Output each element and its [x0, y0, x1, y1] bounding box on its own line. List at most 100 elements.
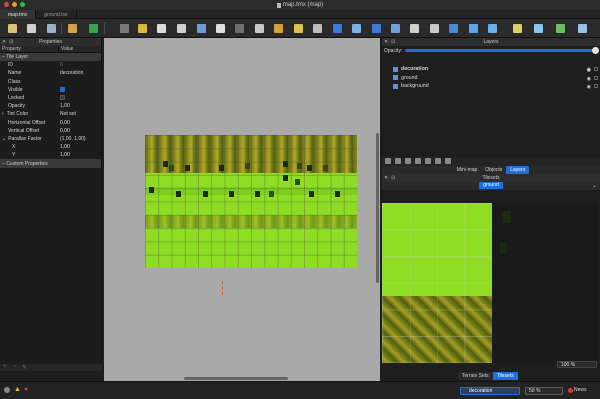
- show-hide-others-icon[interactable]: [435, 158, 441, 164]
- error-count-icon[interactable]: ●: [24, 386, 28, 393]
- tab-map-tmx[interactable]: map.tmx: [0, 10, 37, 19]
- insert-rectangle-icon[interactable]: [352, 24, 361, 33]
- news-button[interactable]: News: [568, 386, 587, 395]
- property-row[interactable]: ID 6: [0, 61, 101, 69]
- open-file-icon[interactable]: [27, 24, 36, 33]
- new-file-icon[interactable]: [8, 24, 17, 33]
- visibility-eye-icon[interactable]: ◉: [587, 84, 591, 90]
- property-row[interactable]: › Tint Color Not set: [0, 110, 101, 118]
- close-panel-icon[interactable]: ✕: [384, 175, 388, 181]
- tileset-tab-ground[interactable]: ground: [479, 182, 503, 189]
- column-header-value[interactable]: Value: [59, 46, 73, 52]
- property-value[interactable]: decoration: [59, 70, 101, 76]
- insert-text-icon[interactable]: [469, 24, 478, 33]
- lock-checkbox[interactable]: [594, 67, 598, 71]
- zoom-select[interactable]: 50 %: [525, 387, 563, 395]
- select-objects-icon[interactable]: [313, 24, 322, 33]
- canvas-vertical-scrollbar[interactable]: [376, 133, 379, 283]
- random-mode-icon[interactable]: [120, 24, 129, 33]
- float-panel-icon[interactable]: ⊡: [391, 39, 395, 45]
- tab-layers[interactable]: Layers: [506, 165, 530, 174]
- insert-point-icon[interactable]: [372, 24, 381, 33]
- insert-tile-icon[interactable]: [430, 24, 439, 33]
- close-panel-icon[interactable]: ✕: [384, 39, 388, 45]
- flip-vertical-icon[interactable]: [534, 24, 543, 33]
- group-custom-properties[interactable]: − Custom Properties: [0, 159, 101, 168]
- bucket-fill-icon[interactable]: [197, 24, 206, 33]
- property-value[interactable]: 0,00: [59, 128, 101, 134]
- tile-map[interactable]: [145, 135, 357, 268]
- edit-polygons-icon[interactable]: [333, 24, 342, 33]
- tab-terrain-sets[interactable]: Terrain Sets: [458, 372, 493, 380]
- visibility-eye-icon[interactable]: ◉: [587, 67, 591, 73]
- close-panel-icon[interactable]: ✕: [2, 39, 6, 45]
- tab-mini-map[interactable]: Mini-map: [453, 166, 482, 174]
- zoom-window-button[interactable]: [20, 2, 25, 7]
- tileset-menu-icon[interactable]: ⌄: [592, 182, 597, 189]
- expand-arrow-icon[interactable]: ›: [2, 111, 4, 117]
- property-value[interactable]: 1,00: [59, 144, 101, 150]
- float-panel-icon[interactable]: ⊡: [9, 39, 13, 45]
- tab-ground-tsx[interactable]: ground.tsx: [36, 10, 77, 19]
- collapse-arrow-icon[interactable]: ⌄: [2, 136, 6, 142]
- canvas-horizontal-scrollbar[interactable]: [184, 377, 288, 380]
- raise-layer-icon[interactable]: [395, 158, 401, 164]
- minimize-window-button[interactable]: [12, 2, 17, 7]
- map-canvas[interactable]: [104, 38, 380, 381]
- tab-tilesets[interactable]: Tilesets: [492, 372, 518, 380]
- group-tile-layer[interactable]: − Tile Layer: [0, 53, 101, 62]
- remove-property-icon[interactable]: −: [13, 364, 17, 370]
- property-value[interactable]: Not set: [59, 111, 101, 117]
- property-row[interactable]: Opacity 1,00: [0, 102, 101, 110]
- add-property-icon[interactable]: +: [3, 364, 7, 370]
- error-icon[interactable]: [4, 387, 10, 393]
- duplicate-layer-icon[interactable]: [415, 158, 421, 164]
- highlight-layer-icon[interactable]: [578, 24, 587, 33]
- visible-checkbox[interactable]: [60, 87, 65, 93]
- property-row[interactable]: Horizontal Offset 0,00: [0, 119, 101, 127]
- layer-item-background[interactable]: background ◉: [382, 82, 600, 91]
- property-row[interactable]: Visible: [0, 86, 101, 94]
- lock-checkbox[interactable]: [594, 75, 598, 80]
- visibility-eye-icon[interactable]: ◉: [587, 76, 591, 82]
- tileset-view[interactable]: [382, 203, 598, 363]
- insert-polygon-icon[interactable]: [410, 24, 419, 33]
- column-header-property[interactable]: Property: [0, 46, 59, 52]
- layer-item-decoration[interactable]: decoration ◉: [382, 65, 600, 74]
- delete-layer-icon[interactable]: [425, 158, 431, 164]
- property-value[interactable]: 1,00: [59, 152, 101, 158]
- insert-template-icon[interactable]: [449, 24, 458, 33]
- property-row[interactable]: Vertical Offset 0,00: [0, 127, 101, 135]
- select-same-tile-icon[interactable]: [294, 24, 303, 33]
- wang-fill-icon[interactable]: [138, 24, 147, 33]
- property-row[interactable]: X 1,00: [0, 143, 101, 151]
- world-tool-icon[interactable]: [488, 24, 497, 33]
- new-layer-icon[interactable]: [385, 158, 391, 164]
- lower-layer-icon[interactable]: [405, 158, 411, 164]
- property-row[interactable]: Name decoration: [0, 69, 101, 77]
- insert-ellipse-icon[interactable]: [391, 24, 400, 33]
- tileset-zoom[interactable]: 100 %: [557, 361, 597, 368]
- shape-fill-icon[interactable]: [216, 24, 225, 33]
- layer-item-ground[interactable]: ground ◉: [382, 74, 600, 83]
- lock-checkbox[interactable]: [594, 84, 598, 88]
- locked-checkbox[interactable]: [60, 95, 65, 101]
- save-icon[interactable]: [47, 24, 56, 33]
- undo-icon[interactable]: [68, 24, 77, 33]
- opacity-slider[interactable]: [405, 47, 599, 54]
- tab-objects[interactable]: Objects: [481, 166, 506, 174]
- float-panel-icon[interactable]: ⊡: [391, 175, 395, 181]
- rect-select-icon[interactable]: [255, 24, 264, 33]
- lock-others-icon[interactable]: [445, 158, 451, 164]
- current-layer-select[interactable]: decoration: [460, 387, 520, 395]
- flip-horizontal-icon[interactable]: [513, 24, 522, 33]
- rename-property-icon[interactable]: ✎: [22, 364, 27, 371]
- redo-icon[interactable]: [89, 24, 98, 33]
- stamp-brush-icon[interactable]: [157, 24, 166, 33]
- property-value[interactable]: 0,00: [59, 120, 101, 126]
- magic-wand-icon[interactable]: [274, 24, 283, 33]
- property-value[interactable]: 1,00: [59, 103, 101, 109]
- property-row[interactable]: ⌄ Parallax Factor (1,00, 1,00): [0, 135, 101, 143]
- flower-tile-icon[interactable]: [502, 211, 511, 223]
- plant-tile-icon[interactable]: [500, 243, 507, 253]
